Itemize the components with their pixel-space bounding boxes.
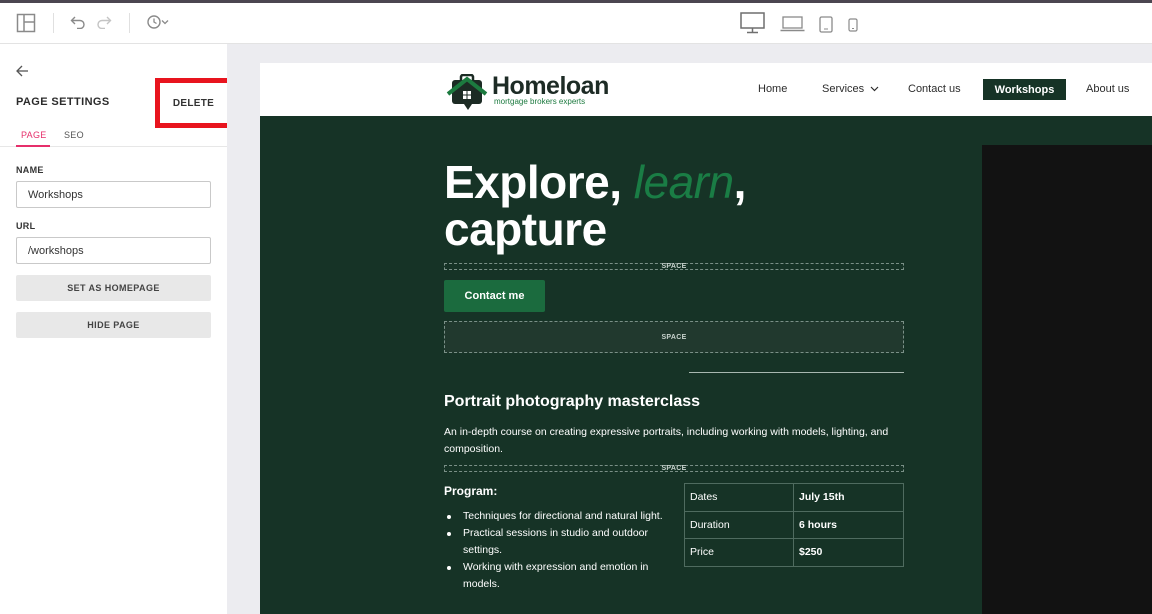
nav-home[interactable]: Home <box>758 83 787 95</box>
hide-page-button[interactable]: HIDE PAGE <box>16 312 211 338</box>
toolbar-separator <box>53 13 54 33</box>
settings-tabs: PAGE SEO <box>0 127 227 147</box>
delete-highlight-frame: DELETE <box>155 78 232 128</box>
nav-services[interactable]: Services <box>822 83 879 95</box>
list-item: Working with expression and emotion in m… <box>444 559 664 593</box>
back-arrow-icon[interactable] <box>15 64 29 78</box>
workshop-info-table: Dates July 15th Duration 6 hours Price $… <box>684 483 904 567</box>
mobile-icon[interactable] <box>848 18 858 32</box>
house-logo-icon <box>446 74 488 110</box>
table-cell-value: $250 <box>793 538 904 567</box>
delete-button[interactable]: DELETE <box>166 91 221 115</box>
table-cell-value: July 15th <box>793 483 904 512</box>
name-label: NAME <box>16 165 44 175</box>
contact-me-button[interactable]: Contact me <box>444 280 545 312</box>
table-cell-label: Dates <box>684 483 794 512</box>
workshop-description: An in-depth course on creating expressiv… <box>444 426 889 455</box>
table-row: Duration 6 hours <box>684 510 904 539</box>
hero-image-placeholder[interactable] <box>982 145 1152 614</box>
site-header: Homeloan mortgage brokers experts Home S… <box>260 63 1152 116</box>
active-tab-indicator <box>16 145 50 147</box>
workshop-title: Portrait photography masterclass <box>444 393 701 410</box>
hero-heading-line2: capture <box>444 203 607 255</box>
url-field[interactable]: /workshops <box>16 237 211 264</box>
space-block[interactable]: SPACE <box>444 321 904 353</box>
tab-page[interactable]: PAGE <box>21 130 47 140</box>
tablet-icon[interactable] <box>819 16 833 33</box>
set-homepage-button[interactable]: SET AS HOMEPAGE <box>16 275 211 301</box>
table-cell-value: 6 hours <box>793 510 904 539</box>
layout-icon[interactable] <box>16 13 36 33</box>
program-heading: Program: <box>444 484 498 498</box>
space-block[interactable]: SPACE <box>444 465 904 472</box>
space-block[interactable]: SPACE <box>444 263 904 270</box>
hero-heading-part: Explore, <box>444 156 634 208</box>
program-list: Techniques for directional and natural l… <box>444 508 664 593</box>
page-settings-title: PAGE SETTINGS <box>16 96 110 108</box>
undo-icon[interactable] <box>70 15 86 29</box>
website-preview: Homeloan mortgage brokers experts Home S… <box>260 63 1152 614</box>
table-row: Dates July 15th <box>684 483 904 512</box>
hero-heading-emphasis: learn <box>633 156 734 208</box>
list-item: Practical sessions in studio and outdoor… <box>444 525 664 559</box>
list-item: Techniques for directional and natural l… <box>444 508 664 525</box>
logo-tagline: mortgage brokers experts <box>494 97 586 106</box>
table-cell-label: Duration <box>684 510 794 539</box>
nav-about-us[interactable]: About us <box>1086 83 1129 95</box>
hero-heading-comma: , <box>733 156 747 208</box>
url-label: URL <box>16 221 36 231</box>
editor-toolbar <box>0 3 1152 44</box>
nav-services-label: Services <box>822 83 865 95</box>
redo-icon[interactable] <box>96 15 112 29</box>
hero-heading: Explore, learn, capture <box>444 159 746 253</box>
chevron-down-icon <box>870 86 879 92</box>
homeloan-logo[interactable]: Homeloan mortgage brokers experts <box>444 72 624 112</box>
desktop-icon[interactable] <box>740 12 765 34</box>
table-cell-label: Price <box>684 538 794 567</box>
history-icon[interactable] <box>146 14 170 30</box>
laptop-icon[interactable] <box>780 16 805 32</box>
toolbar-separator <box>129 13 130 33</box>
section-divider <box>689 372 904 373</box>
nav-workshops[interactable]: Workshops <box>983 79 1066 100</box>
name-field[interactable]: Workshops <box>16 181 211 208</box>
nav-contact-us[interactable]: Contact us <box>908 83 961 95</box>
table-row: Price $250 <box>684 538 904 567</box>
tab-seo[interactable]: SEO <box>64 130 84 140</box>
